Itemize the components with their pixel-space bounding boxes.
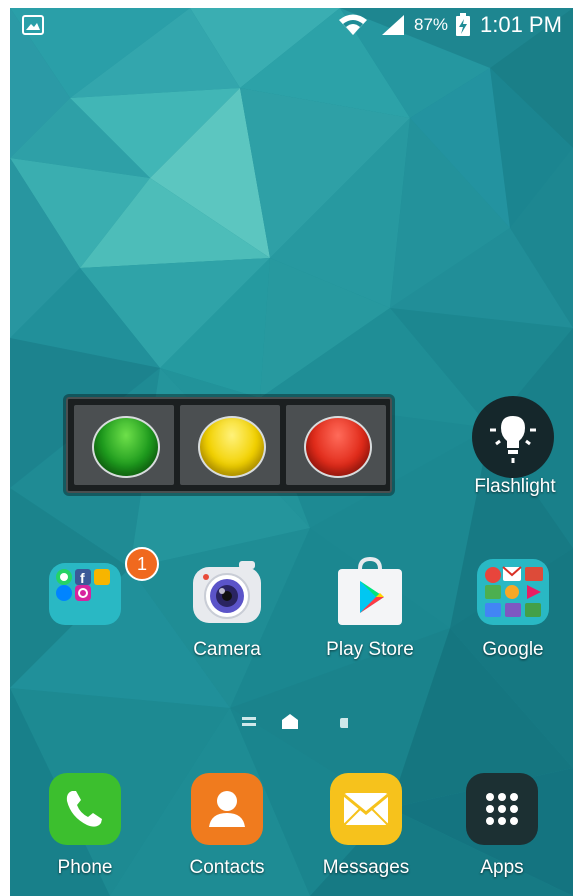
- social-folder-icon: f 1: [47, 547, 159, 629]
- contacts-icon: [189, 771, 265, 847]
- play-store-label: Play Store: [326, 639, 414, 660]
- green-light-button[interactable]: [74, 405, 174, 485]
- flashlight-widget[interactable]: Flashlight: [460, 396, 570, 506]
- green-light: [92, 416, 160, 478]
- contacts-label: Contacts: [189, 857, 265, 878]
- traffic-light-widget[interactable]: [66, 397, 392, 493]
- wifi-icon: [338, 8, 368, 42]
- page-indicator[interactable]: [238, 711, 350, 733]
- messages-icon: [328, 771, 404, 847]
- camera-label: Camera: [193, 639, 261, 660]
- status-bar[interactable]: 87% 1:01 PM: [10, 8, 573, 42]
- camera-icon: [189, 553, 265, 629]
- flashlight-label: Flashlight: [474, 476, 556, 497]
- image-icon: [22, 8, 44, 42]
- phone-icon: [47, 771, 123, 847]
- play-store-icon: [332, 553, 408, 629]
- clock: 1:01 PM: [480, 12, 562, 37]
- phone-label: Phone: [57, 857, 113, 878]
- google-label: Google: [482, 639, 544, 660]
- yellow-light-button[interactable]: [180, 405, 280, 485]
- yellow-light: [198, 416, 266, 478]
- page-dot: [340, 718, 350, 728]
- battery-charging-icon: [455, 8, 471, 42]
- battery-percent: 87%: [414, 15, 449, 34]
- home-page-dot: [282, 714, 298, 729]
- notification-badge: 1: [125, 547, 159, 581]
- svg-text:f: f: [80, 570, 85, 586]
- messages-label: Messages: [322, 857, 410, 878]
- apps-label: Apps: [480, 857, 524, 878]
- lightbulb-icon[interactable]: [472, 396, 554, 478]
- page-dot-menu: [242, 717, 256, 726]
- apps-grid-icon: [464, 771, 540, 847]
- home-screen: 87% 1:01 PM Flashlight f 1 Camera Play S…: [10, 8, 573, 896]
- signal-icon: [380, 8, 406, 42]
- red-light-button[interactable]: [286, 405, 386, 485]
- google-folder-icon: [475, 553, 551, 629]
- red-light: [304, 416, 372, 478]
